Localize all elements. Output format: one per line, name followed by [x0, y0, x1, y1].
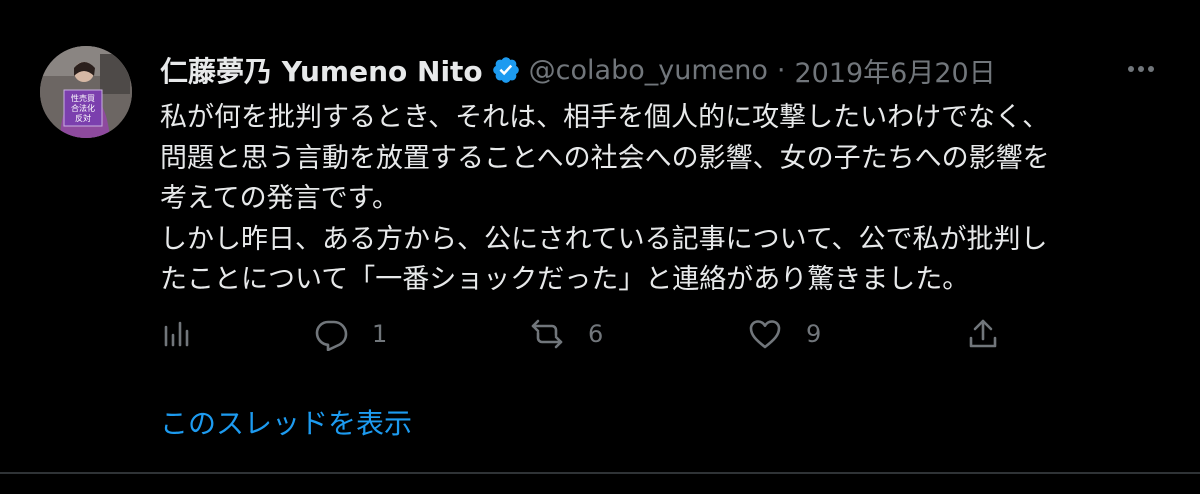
divider	[0, 472, 1200, 474]
tweet-header: 仁藤夢乃 Yumeno Nito @colabo_yumeno · 2019年6…	[160, 50, 996, 90]
verified-badge-icon	[491, 55, 521, 85]
retweet-button[interactable]: 6	[530, 312, 603, 356]
avatar[interactable]: 性売買 合法化 反対	[40, 46, 132, 138]
share-icon	[969, 319, 997, 348]
retweet-icon	[531, 319, 563, 349]
share-button[interactable]	[966, 312, 1000, 356]
show-thread-link[interactable]: このスレッドを表示	[160, 402, 412, 442]
heart-icon	[749, 320, 781, 349]
like-count: 9	[806, 320, 822, 348]
tweet-text-line: 私が何を批判するとき、それは、相手を個人的に攻撃したいわけでなく、	[160, 102, 1050, 133]
tweet-text: 私が何を批判するとき、それは、相手を個人的に攻撃したいわけでなく、 問題と思う言…	[160, 98, 1160, 301]
avatar-sign-line-1: 性売買	[71, 93, 95, 103]
more-options-icon[interactable]	[1124, 54, 1158, 84]
avatar-sign-line-3: 反対	[75, 113, 91, 123]
tweet-card[interactable]: 性売買 合法化 反対 仁藤夢乃 Yumeno Nito @colabo_yume…	[0, 0, 1200, 494]
tweet-date[interactable]: 2019年6月20日	[794, 51, 995, 90]
tweet-text-line: 考えての発言です。	[160, 183, 399, 214]
analytics-icon	[164, 321, 189, 347]
action-bar: 1 6 9	[160, 312, 1020, 356]
reply-button[interactable]: 1	[314, 312, 387, 356]
header-separator: ·	[776, 54, 786, 86]
avatar-sign-line-2: 合法化	[71, 103, 95, 113]
tweet-text-line: しかし昨日、ある方から、公にされている記事について、公で私が批判し	[160, 223, 1048, 255]
reply-count: 1	[372, 320, 388, 348]
reply-icon	[315, 320, 348, 351]
avatar-photo: 性売買 合法化 反対	[40, 46, 132, 138]
tweet-text-line: たことについて「一番ショックだった」と連絡があり驚きました。	[160, 264, 970, 295]
like-button[interactable]: 9	[748, 312, 821, 356]
author-handle[interactable]: @colabo_yumeno	[529, 55, 768, 86]
retweet-count: 6	[588, 320, 604, 348]
analytics-button[interactable]	[160, 312, 194, 356]
author-display-name[interactable]: 仁藤夢乃 Yumeno Nito	[160, 50, 483, 90]
tweet-text-line: 問題と思う言動を放置することへの社会への影響、女の子たちへの影響を	[160, 142, 1050, 174]
